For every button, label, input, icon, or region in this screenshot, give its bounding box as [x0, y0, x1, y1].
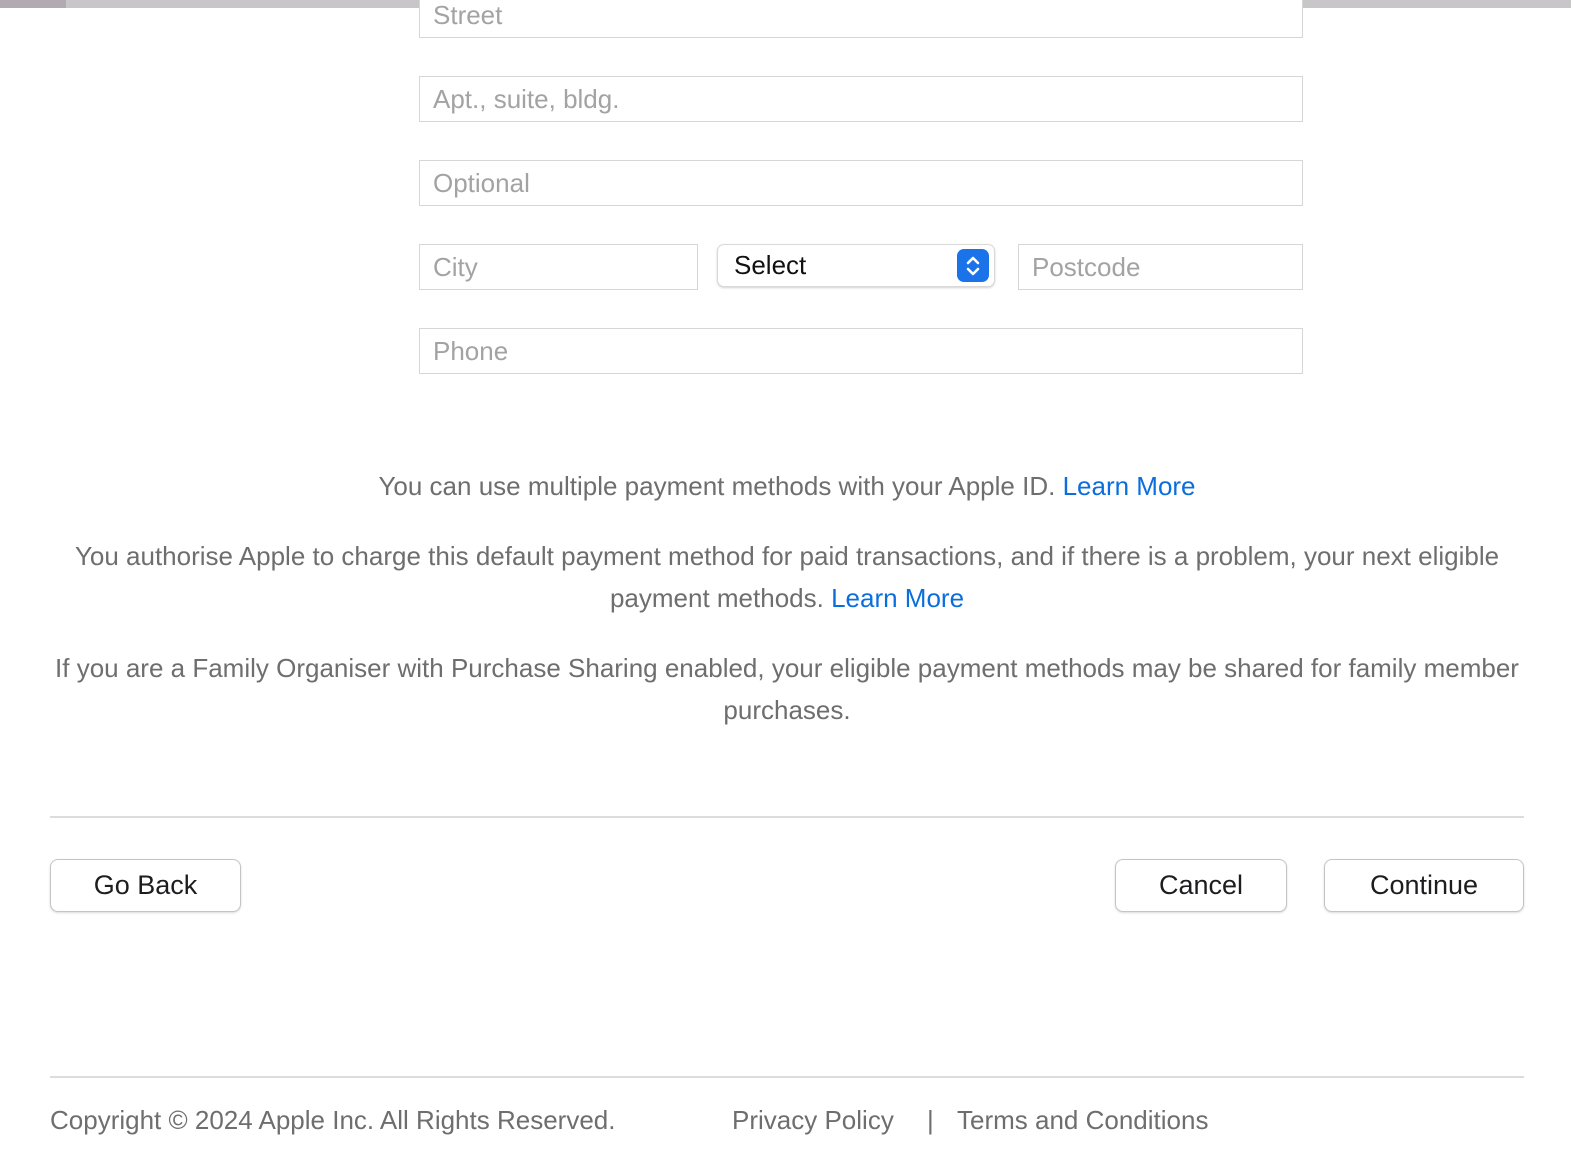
multiple-methods-text: You can use multiple payment methods wit… — [378, 471, 1056, 501]
up-down-chevron-icon — [957, 249, 989, 282]
go-back-button[interactable]: Go Back — [50, 859, 241, 912]
cancel-button[interactable]: Cancel — [1115, 859, 1287, 912]
footer-divider — [50, 1076, 1524, 1078]
family-sharing-text: If you are a Family Organiser with Purch… — [55, 653, 1519, 725]
copyright-text: Copyright © 2024 Apple Inc. All Rights R… — [50, 1105, 616, 1135]
optional-address-input[interactable] — [419, 160, 1303, 206]
authorise-notice: You authorise Apple to charge this defau… — [50, 535, 1524, 619]
privacy-policy-link[interactable]: Privacy Policy — [732, 1100, 894, 1140]
actions-divider — [50, 816, 1524, 818]
street-input[interactable] — [419, 0, 1303, 38]
family-sharing-notice: If you are a Family Organiser with Purch… — [50, 647, 1524, 731]
state-select[interactable]: Select — [717, 244, 995, 287]
state-select-value: Select — [734, 250, 807, 280]
footer-separator: | — [927, 1105, 934, 1135]
apt-suite-input[interactable] — [419, 76, 1303, 122]
postcode-input[interactable] — [1018, 244, 1303, 290]
continue-button[interactable]: Continue — [1324, 859, 1524, 912]
authorise-text: You authorise Apple to charge this defau… — [74, 541, 1500, 613]
phone-input[interactable] — [419, 328, 1303, 374]
terms-and-conditions-link[interactable]: Terms and Conditions — [957, 1100, 1208, 1140]
multiple-methods-notice: You can use multiple payment methods wit… — [50, 465, 1524, 507]
learn-more-link-authorise[interactable]: Learn More — [831, 583, 964, 613]
city-input[interactable] — [419, 244, 698, 290]
learn-more-link-multiple-methods[interactable]: Learn More — [1063, 471, 1196, 501]
window-tab-hint — [0, 0, 66, 8]
